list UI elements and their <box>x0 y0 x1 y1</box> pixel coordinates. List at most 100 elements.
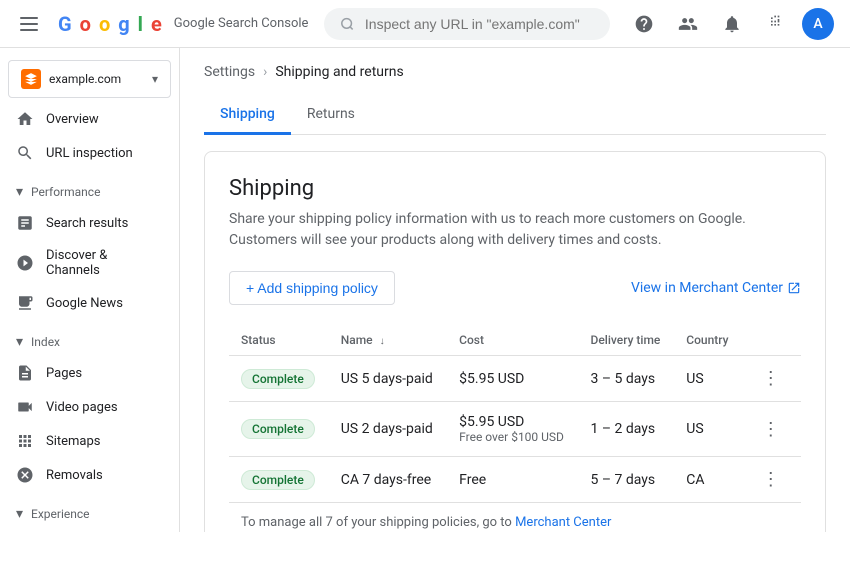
main-content: Settings › Shipping and returns Shipping… <box>180 48 850 532</box>
shipping-table: Status Name ↓ Cost Delivery time Country <box>229 325 801 502</box>
help-button[interactable] <box>626 6 662 42</box>
performance-section-header[interactable]: ▾ Performance <box>0 178 179 206</box>
sort-icon: ↓ <box>380 336 385 347</box>
grid-icon <box>766 14 786 34</box>
help-icon <box>634 14 654 34</box>
table-row: Complete CA 7 days-free Free 5 – 7 days … <box>229 457 801 503</box>
sidebar: example.com ▾ Overview URL inspection ▾ … <box>0 48 180 532</box>
property-name: example.com <box>49 72 144 86</box>
tab-returns[interactable]: Returns <box>291 96 371 135</box>
sidebar-item-google-news[interactable]: Google News <box>0 286 171 320</box>
sidebar-item-sitemaps[interactable]: Sitemaps <box>0 424 171 458</box>
people-icon <box>678 14 698 34</box>
view-merchant-center-link[interactable]: View in Merchant Center <box>631 280 801 296</box>
topbar-left: Google Google Search Console <box>16 12 308 36</box>
apps-button[interactable] <box>758 6 794 42</box>
col-name[interactable]: Name ↓ <box>329 325 447 356</box>
card-actions: + Add shipping policy View in Merchant C… <box>229 271 801 305</box>
chart-icon <box>16 214 34 232</box>
footer-text: To manage all 7 of your shipping policie… <box>241 515 515 530</box>
merchant-center-link[interactable]: Merchant Center <box>515 515 611 530</box>
cell-delivery-0: 3 – 5 days <box>579 356 675 402</box>
account-settings-button[interactable] <box>670 6 706 42</box>
experience-section: ▾ Experience Page Experience Core Web Vi… <box>0 500 179 532</box>
sidebar-item-url-inspection[interactable]: URL inspection <box>0 136 171 170</box>
search-icon <box>16 144 34 162</box>
google-news-label: Google News <box>46 296 123 311</box>
table-footer: To manage all 7 of your shipping policie… <box>229 502 801 532</box>
cell-status-2: Complete <box>229 457 329 503</box>
url-inspection-label: URL inspection <box>46 146 133 161</box>
index-section-header[interactable]: ▾ Index <box>0 328 179 356</box>
experience-section-label: Experience <box>31 507 90 521</box>
pages-icon <box>16 364 34 382</box>
chevron-icon: ▾ <box>16 184 23 200</box>
status-badge: Complete <box>241 419 315 439</box>
sidebar-item-video-pages[interactable]: Video pages <box>0 390 171 424</box>
sidebar-item-page-experience[interactable]: Page Experience <box>0 528 171 532</box>
row-menu-button[interactable]: ⋮ <box>754 364 788 393</box>
cell-country-1: US <box>674 402 742 457</box>
sidebar-item-overview[interactable]: Overview <box>0 102 171 136</box>
cell-cost-0: $5.95 USD <box>447 356 578 402</box>
cell-menu-0: ⋮ <box>742 356 801 402</box>
shipping-card: Shipping Share your shipping policy info… <box>204 151 826 532</box>
table-body: Complete US 5 days-paid $5.95 USD 3 – 5 … <box>229 356 801 503</box>
overview-label: Overview <box>46 112 99 127</box>
discover-icon <box>16 254 34 272</box>
col-cost: Cost <box>447 325 578 356</box>
cell-name-1: US 2 days-paid <box>329 402 447 457</box>
pages-label: Pages <box>46 366 82 381</box>
search-bar[interactable] <box>324 8 610 40</box>
user-avatar[interactable]: A <box>802 8 834 40</box>
row-menu-button[interactable]: ⋮ <box>754 415 788 444</box>
sidebar-item-search-results[interactable]: Search results <box>0 206 171 240</box>
domain-icon <box>24 72 38 86</box>
property-dropdown-arrow: ▾ <box>152 72 158 86</box>
notifications-button[interactable] <box>714 6 750 42</box>
performance-section-label: Performance <box>31 185 100 199</box>
add-shipping-policy-button[interactable]: + Add shipping policy <box>229 271 395 305</box>
cell-status-0: Complete <box>229 356 329 402</box>
property-icon <box>21 69 41 89</box>
sitemap-icon <box>16 432 34 450</box>
table-row: Complete US 2 days-paid $5.95 USD Free o… <box>229 402 801 457</box>
col-country: Country <box>674 325 742 356</box>
table-row: Complete US 5 days-paid $5.95 USD 3 – 5 … <box>229 356 801 402</box>
hamburger-menu-button[interactable] <box>16 13 42 35</box>
discover-label: Discover & Channels <box>46 248 155 278</box>
index-section: ▾ Index Pages Video pages Sitemaps <box>0 328 179 492</box>
property-selector[interactable]: example.com ▾ <box>8 60 171 98</box>
video-icon <box>16 398 34 416</box>
search-results-label: Search results <box>46 216 128 231</box>
cell-cost-1: $5.95 USD Free over $100 USD <box>447 402 578 457</box>
table-header: Status Name ↓ Cost Delivery time Country <box>229 325 801 356</box>
tab-shipping[interactable]: Shipping <box>204 96 291 135</box>
breadcrumb: Settings › Shipping and returns <box>204 64 826 80</box>
tabs-container: Shipping Returns <box>204 96 826 135</box>
card-title: Shipping <box>229 176 801 201</box>
status-badge: Complete <box>241 470 315 490</box>
topbar-right: A <box>626 6 834 42</box>
card-description: Share your shipping policy information w… <box>229 209 801 251</box>
search-input[interactable] <box>365 16 594 32</box>
google-logo: Google Google Search Console <box>58 12 308 36</box>
cell-status-1: Complete <box>229 402 329 457</box>
sidebar-item-removals[interactable]: Removals <box>0 458 171 492</box>
video-pages-label: Video pages <box>46 400 118 415</box>
sidebar-item-discover[interactable]: Discover & Channels <box>0 240 171 286</box>
row-menu-button[interactable]: ⋮ <box>754 465 788 494</box>
col-actions <box>742 325 801 356</box>
sitemaps-label: Sitemaps <box>46 434 101 449</box>
col-status: Status <box>229 325 329 356</box>
breadcrumb-separator: › <box>263 64 267 80</box>
col-delivery: Delivery time <box>579 325 675 356</box>
shipping-table-container: Status Name ↓ Cost Delivery time Country <box>229 325 801 532</box>
breadcrumb-settings-link[interactable]: Settings <box>204 64 255 80</box>
cell-menu-2: ⋮ <box>742 457 801 503</box>
sidebar-item-pages[interactable]: Pages <box>0 356 171 390</box>
cell-cost-2: Free <box>447 457 578 503</box>
cell-country-0: US <box>674 356 742 402</box>
experience-section-header[interactable]: ▾ Experience <box>0 500 179 528</box>
cost-secondary: Free over $100 USD <box>459 430 566 444</box>
